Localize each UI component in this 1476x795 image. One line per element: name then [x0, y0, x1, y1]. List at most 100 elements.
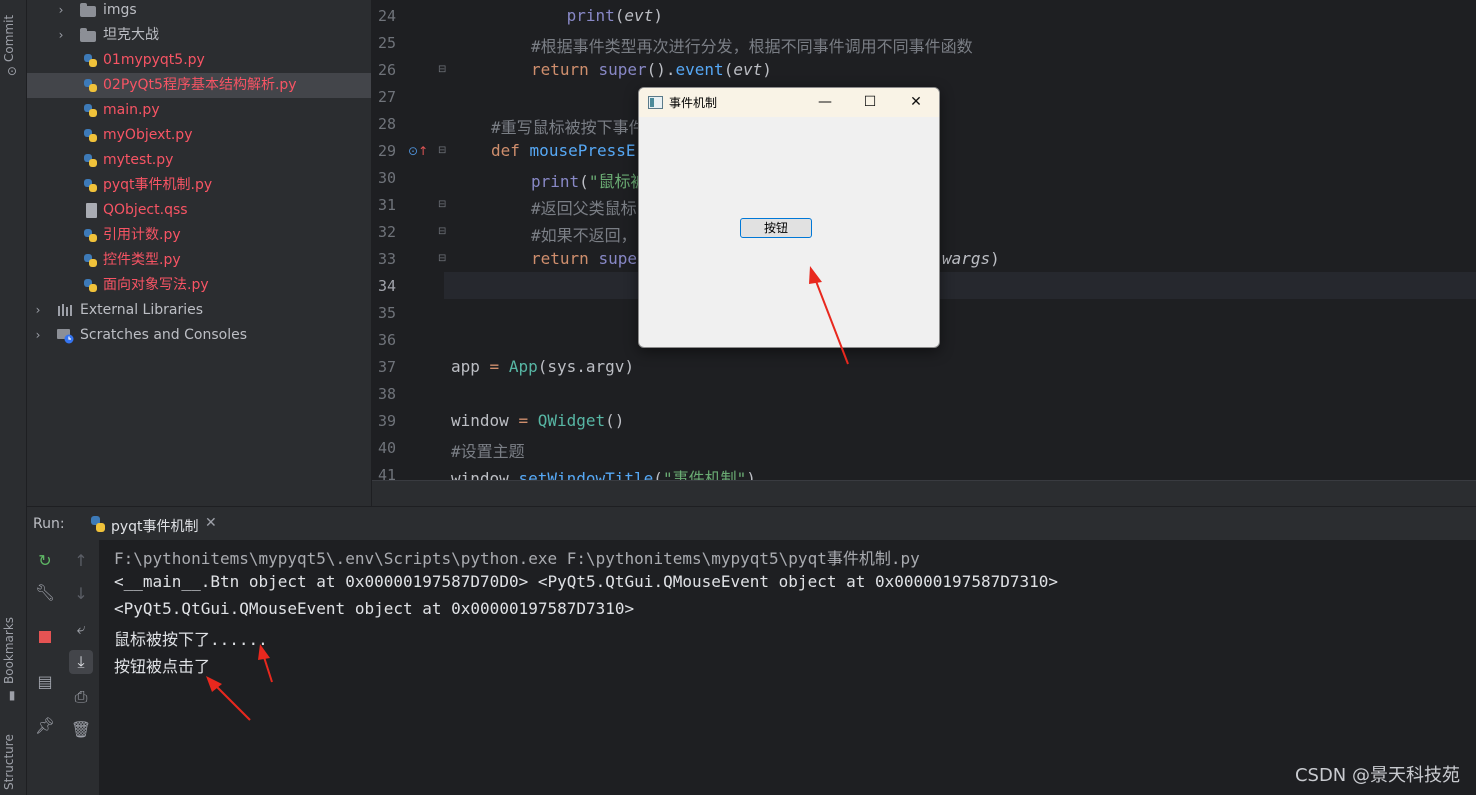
code-token: evt: [733, 60, 763, 79]
tree-file[interactable]: 引用计数.py: [27, 223, 371, 248]
code-token: wargs: [942, 249, 991, 268]
editor-scrollbar-area[interactable]: [372, 480, 1476, 507]
python-file-icon: [83, 153, 99, 168]
chevron-right-icon[interactable]: ›: [32, 323, 44, 348]
structure-tool-label[interactable]: Structure: [2, 728, 16, 790]
tree-folder-imgs[interactable]: › imgs: [27, 0, 371, 23]
code-token: sys.argv: [547, 357, 625, 376]
tree-file[interactable]: 01mypyqt5.py: [27, 48, 371, 73]
code-line-41: window.setWindowTitle("事件机制"): [451, 465, 756, 480]
bookmark-icon[interactable]: ▮: [5, 688, 19, 702]
tree-item-label: External Libraries: [80, 302, 203, 318]
app-window-icon: [648, 96, 663, 109]
chevron-right-icon[interactable]: ›: [32, 298, 44, 323]
run-tab[interactable]: pyqt事件机制 ✕: [83, 507, 229, 543]
fold-icon[interactable]: ⊟: [438, 64, 446, 75]
python-file-icon: [83, 228, 99, 243]
line-number: 27: [377, 88, 396, 106]
line-number: 41: [377, 466, 396, 480]
dialog-title: 事件机制: [669, 96, 718, 110]
code-token: return: [531, 60, 589, 79]
tree-file[interactable]: myObjext.py: [27, 123, 371, 148]
soft-wrap-icon[interactable]: ⤶: [69, 617, 93, 641]
arrow-down-icon[interactable]: ↓: [69, 582, 93, 606]
code-token: mousePressE: [529, 141, 636, 160]
trash-icon[interactable]: 🗑︎: [69, 718, 93, 742]
fold-icon[interactable]: ⊟: [438, 253, 446, 264]
run-toolbar-secondary: ↑ ↓ ⤶ ⤓ ⎙ 🗑︎: [63, 540, 100, 795]
commit-tool-label[interactable]: Commit: [2, 8, 16, 62]
line-number: 33: [377, 250, 396, 268]
line-number: 36: [377, 331, 396, 349]
code-token: def: [491, 141, 520, 160]
print-icon[interactable]: ⎙: [69, 685, 93, 709]
python-file-icon: [83, 128, 99, 143]
python-file-icon: [83, 78, 99, 93]
layout-icon[interactable]: ▤: [33, 670, 57, 694]
pin-icon[interactable]: 📌︎: [33, 714, 57, 738]
code-line-29: def mousePressE: [491, 141, 636, 160]
tree-file[interactable]: QObject.qss: [27, 198, 371, 223]
rerun-icon[interactable]: ↻: [33, 549, 57, 573]
push-button[interactable]: 按钮: [740, 218, 812, 238]
code-token: print: [566, 6, 615, 25]
python-file-icon: [83, 178, 99, 193]
code-token: window: [451, 469, 509, 480]
close-icon[interactable]: ✕: [205, 515, 217, 531]
code-token: app: [451, 357, 480, 376]
commit-icon[interactable]: ⊙: [5, 64, 19, 78]
python-file-icon: [83, 53, 99, 68]
code-token: return: [531, 249, 589, 268]
console-line: <PyQt5.QtGui.QMouseEvent object at 0x000…: [114, 599, 635, 618]
fold-icon[interactable]: ⊟: [438, 226, 446, 237]
close-button[interactable]: ✕: [901, 92, 931, 112]
code-line-32: #如果不返回，: [531, 226, 637, 245]
run-panel-header: Run: pyqt事件机制 ✕: [27, 506, 1476, 543]
fold-icon[interactable]: ⊟: [438, 199, 446, 210]
chevron-right-icon[interactable]: ›: [55, 23, 67, 48]
tree-file[interactable]: pyqt事件机制.py: [27, 173, 371, 198]
run-console[interactable]: F:\pythonitems\mypyqt5\.env\Scripts\pyth…: [100, 540, 1476, 795]
code-line-30: print("鼠标被: [531, 172, 647, 191]
python-file-icon: [83, 253, 99, 268]
code-token: setWindowTitle: [518, 469, 654, 480]
code-token: window: [451, 411, 509, 430]
code-token: App: [508, 357, 538, 376]
run-label: Run:: [33, 516, 65, 532]
tree-folder-tank[interactable]: › 坦克大战: [27, 23, 371, 48]
tree-external-libraries[interactable]: › External Libraries: [27, 298, 371, 323]
fold-icon[interactable]: ⊟: [438, 145, 446, 156]
line-number: 39: [377, 412, 396, 430]
chevron-right-icon[interactable]: ›: [55, 0, 67, 23]
line-number: 26: [377, 61, 396, 79]
line-number: 30: [377, 169, 396, 187]
tree-item-label: imgs: [103, 2, 137, 18]
scroll-to-end-icon[interactable]: ⤓: [69, 650, 93, 674]
tree-file[interactable]: 面向对象写法.py: [27, 273, 371, 298]
tree-file[interactable]: mytest.py: [27, 148, 371, 173]
code-line-31: #返回父类鼠标: [531, 199, 637, 218]
line-number: 35: [377, 304, 396, 322]
code-line-33: return supe: [531, 249, 637, 268]
tree-file[interactable]: main.py: [27, 98, 371, 123]
minimize-button[interactable]: —: [810, 92, 840, 112]
maximize-button[interactable]: ☐: [855, 92, 885, 112]
tree-scratches[interactable]: › Scratches and Consoles: [27, 323, 371, 348]
tree-file-selected[interactable]: 02PyQt5程序基本结构解析.py: [27, 73, 371, 98]
tree-file[interactable]: 控件类型.py: [27, 248, 371, 273]
bookmarks-tool-label[interactable]: Bookmarks: [2, 612, 16, 684]
python-file-icon: [83, 103, 99, 118]
console-line: 按钮被点击了: [114, 657, 211, 676]
arrow-up-icon[interactable]: ↑: [69, 549, 93, 573]
line-number: 24: [377, 7, 396, 25]
dialog-title-bar[interactable]: 事件机制 — ☐ ✕: [639, 88, 939, 117]
override-method-icon[interactable]: ⊙↑: [408, 144, 428, 158]
tree-item-label: pyqt事件机制.py: [103, 177, 213, 193]
code-token: "事件机制": [662, 469, 747, 480]
wrench-icon[interactable]: 🔧︎: [33, 581, 57, 605]
line-number: 25: [377, 34, 396, 52]
stop-icon[interactable]: [33, 625, 57, 649]
code-token: evt: [624, 6, 654, 25]
qt-dialog-window[interactable]: 事件机制 — ☐ ✕ 按钮: [638, 87, 940, 348]
tree-item-label: QObject.qss: [103, 202, 188, 218]
